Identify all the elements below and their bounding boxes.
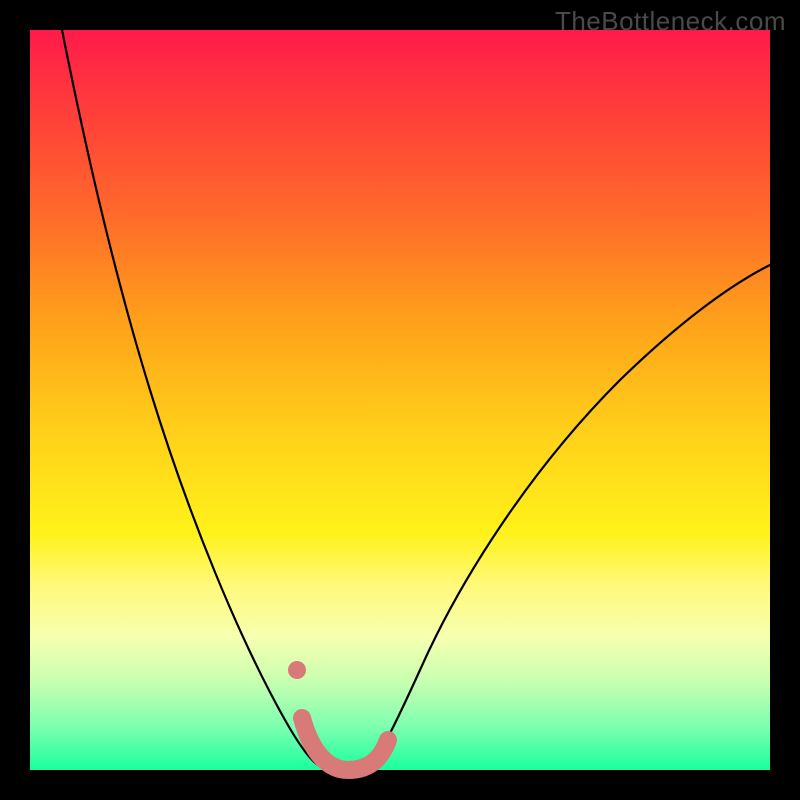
marker-arc: [302, 718, 388, 770]
chart-overlay: [30, 30, 770, 770]
right-curve: [370, 265, 770, 766]
marker-dot: [288, 661, 306, 679]
left-curve: [62, 30, 320, 766]
